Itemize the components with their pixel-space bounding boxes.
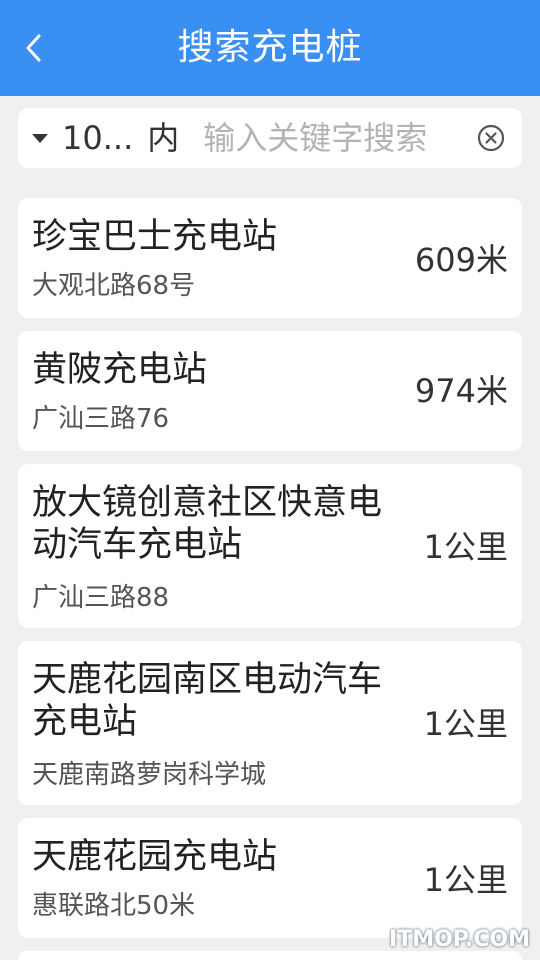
station-address: 大观北路68号 <box>32 271 196 301</box>
range-value: 10... <box>62 119 134 157</box>
clear-button[interactable] <box>476 123 506 153</box>
station-address: 天鹿南路萝岗科学城 <box>32 760 267 790</box>
station-card[interactable]: 放大镜创意社区快意电动汽车充电站 广汕三路88 1公里 <box>18 464 522 628</box>
station-name: 天鹿花园南区电动汽车充电站 <box>32 660 383 742</box>
app-header: 搜索充电桩 <box>0 0 540 96</box>
circle-x-icon <box>477 124 505 152</box>
search-input[interactable] <box>203 119 468 157</box>
station-name: 放大镜创意社区快意电动汽车充电站 <box>32 483 383 565</box>
station-distance: 1公里 <box>423 705 508 743</box>
watermark-logo: ITMOP.COM <box>389 927 530 952</box>
station-address: 广汕三路76 <box>32 404 170 434</box>
search-bar: 10... 内 <box>18 108 522 168</box>
station-distance: 1公里 <box>423 528 508 566</box>
station-card[interactable]: 天鹿花园充电站 惠联路北50米 1公里 <box>18 818 522 938</box>
triangle-down-icon <box>32 133 48 143</box>
station-card[interactable]: 珍宝巴士充电站 大观北路68号 609米 <box>18 198 522 318</box>
range-dropdown[interactable]: 10... <box>32 118 133 158</box>
station-name: 珍宝巴士充电站 <box>32 217 278 257</box>
station-card[interactable]: 黄陂充电站 广汕三路76 974米 <box>18 331 522 451</box>
page-title: 搜索充电桩 <box>177 27 363 68</box>
station-address: 惠联路北50米 <box>32 891 196 921</box>
station-address: 广汕三路88 <box>32 583 170 613</box>
station-distance: 974米 <box>414 372 508 410</box>
station-distance: 1公里 <box>423 861 508 899</box>
station-name: 天鹿花园充电站 <box>32 837 278 877</box>
station-card-partial[interactable] <box>18 951 522 960</box>
station-name: 黄陂充电站 <box>32 350 208 390</box>
station-card[interactable]: 天鹿花园南区电动汽车充电站 天鹿南路萝岗科学城 1公里 <box>18 641 522 805</box>
station-distance: 609米 <box>414 241 508 279</box>
range-suffix-label: 内 <box>147 119 180 157</box>
